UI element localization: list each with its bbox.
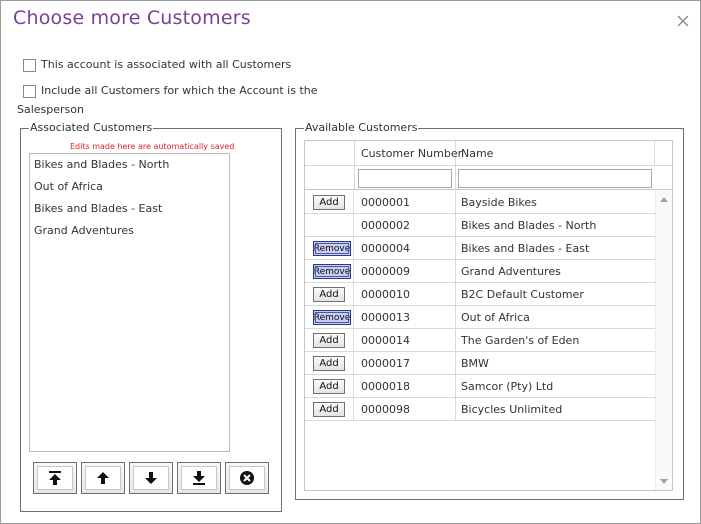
- grid-header: Customer Number Name: [305, 141, 672, 166]
- column-header-name[interactable]: Name: [461, 147, 493, 160]
- table-row[interactable]: 0000002 Bikes and Blades - North: [305, 214, 655, 237]
- scroll-up-icon[interactable]: [660, 197, 668, 202]
- add-button[interactable]: Add: [313, 333, 345, 348]
- move-top-icon: [49, 471, 61, 485]
- move-up-icon: [97, 472, 109, 484]
- all-customers-option[interactable]: This account is associated with all Cust…: [23, 58, 291, 72]
- autosave-note: Edits made here are automatically saved: [70, 142, 235, 151]
- action-cell: Add: [305, 375, 354, 397]
- customer-number-cell: 0000014: [361, 334, 410, 347]
- add-button[interactable]: Add: [313, 195, 345, 210]
- move-down-icon: [145, 472, 157, 484]
- customer-number-cell: 0000010: [361, 288, 410, 301]
- customer-name-cell: Bikes and Blades - North: [461, 219, 597, 232]
- customer-name-cell: Grand Adventures: [461, 265, 561, 278]
- table-row[interactable]: Add 0000017 BMW: [305, 352, 655, 375]
- action-cell: Add: [305, 329, 354, 351]
- action-cell: Add: [305, 283, 354, 305]
- customer-number-filter-input[interactable]: [358, 169, 452, 188]
- table-row[interactable]: Add 0000010 B2C Default Customer: [305, 283, 655, 306]
- customer-name-cell: Bikes and Blades - East: [461, 242, 590, 255]
- associated-customers-legend: Associated Customers: [30, 121, 153, 134]
- customer-name-cell: BMW: [461, 357, 489, 370]
- remove-button[interactable]: Remove: [313, 310, 351, 325]
- scroll-down-icon[interactable]: [660, 479, 668, 484]
- table-row[interactable]: Remove 0000013 Out of Africa: [305, 306, 655, 329]
- table-row[interactable]: Add 0000001 Bayside Bikes: [305, 191, 655, 214]
- action-cell: Add: [305, 191, 354, 213]
- customer-number-cell: 0000004: [361, 242, 410, 255]
- customer-name-cell: Samcor (Pty) Ltd: [461, 380, 554, 393]
- customer-number-cell: 0000002: [361, 219, 410, 232]
- customer-number-cell: 0000098: [361, 403, 410, 416]
- salesperson-checkbox[interactable]: [23, 85, 36, 98]
- all-customers-checkbox[interactable]: [23, 59, 36, 72]
- grid-rows: Add 0000001 Bayside Bikes 0000002 Bikes and …: [305, 191, 655, 421]
- table-row[interactable]: Remove 0000004 Bikes and Blades - East: [305, 237, 655, 260]
- remove-button[interactable]: Remove: [313, 241, 351, 256]
- available-customers-grid: Customer Number Name Add 0000001 Bayside B…: [304, 140, 673, 491]
- customer-number-cell: 0000017: [361, 357, 410, 370]
- customer-number-cell: 0000018: [361, 380, 410, 393]
- dialog-title: Choose more Customers: [13, 7, 251, 29]
- add-button[interactable]: Add: [313, 402, 345, 417]
- move-top-button[interactable]: [33, 462, 77, 494]
- table-row[interactable]: Add 0000098 Bicycles Unlimited: [305, 398, 655, 421]
- action-cell: Remove: [305, 260, 354, 282]
- customer-number-cell: 0000013: [361, 311, 410, 324]
- salesperson-label: Include all Customers for which the Acco…: [41, 84, 318, 97]
- action-cell: Add: [305, 398, 354, 420]
- customer-number-cell: 0000001: [361, 196, 410, 209]
- list-item[interactable]: Bikes and Blades - North: [30, 154, 229, 176]
- move-down-button[interactable]: [129, 462, 173, 494]
- name-filter-input[interactable]: [458, 169, 652, 188]
- grid-filter-row: [305, 166, 672, 190]
- remove-circle-icon: [240, 471, 254, 485]
- customer-name-cell: Bicycles Unlimited: [461, 403, 563, 416]
- list-item[interactable]: Grand Adventures: [30, 220, 229, 242]
- action-cell: [305, 214, 354, 236]
- move-bottom-icon: [193, 471, 205, 485]
- add-button[interactable]: Add: [313, 356, 345, 371]
- customer-name-cell: B2C Default Customer: [461, 288, 584, 301]
- available-customers-legend: Available Customers: [305, 121, 418, 134]
- add-button[interactable]: Add: [313, 287, 345, 302]
- associated-customers-list[interactable]: Bikes and Blades - North Out of Africa B…: [29, 153, 230, 452]
- customer-number-cell: 0000009: [361, 265, 410, 278]
- customer-name-cell: Bayside Bikes: [461, 196, 537, 209]
- action-cell: Add: [305, 352, 354, 374]
- action-cell: Remove: [305, 306, 354, 328]
- column-header-customer-number[interactable]: Customer Number: [361, 147, 462, 160]
- grid-scrollbar[interactable]: [655, 191, 672, 490]
- table-row[interactable]: Add 0000014 The Garden's of Eden: [305, 329, 655, 352]
- choose-customers-dialog: Choose more Customers This account is as…: [0, 0, 701, 524]
- action-cell: Remove: [305, 237, 354, 259]
- move-up-button[interactable]: [81, 462, 125, 494]
- customer-name-cell: Out of Africa: [461, 311, 530, 324]
- move-bottom-button[interactable]: [177, 462, 221, 494]
- all-customers-label: This account is associated with all Cust…: [41, 58, 292, 71]
- table-row[interactable]: Remove 0000009 Grand Adventures: [305, 260, 655, 283]
- add-button[interactable]: Add: [313, 379, 345, 394]
- remove-button[interactable]: Remove: [313, 264, 351, 279]
- table-row[interactable]: Add 0000018 Samcor (Pty) Ltd: [305, 375, 655, 398]
- remove-selected-button[interactable]: [225, 462, 269, 494]
- list-item[interactable]: Bikes and Blades - East: [30, 198, 229, 220]
- customer-name-cell: The Garden's of Eden: [461, 334, 580, 347]
- close-icon[interactable]: [675, 13, 691, 29]
- salesperson-label-continued: Salesperson: [17, 103, 84, 116]
- salesperson-option[interactable]: Include all Customers for which the Acco…: [23, 84, 318, 98]
- list-item[interactable]: Out of Africa: [30, 176, 229, 198]
